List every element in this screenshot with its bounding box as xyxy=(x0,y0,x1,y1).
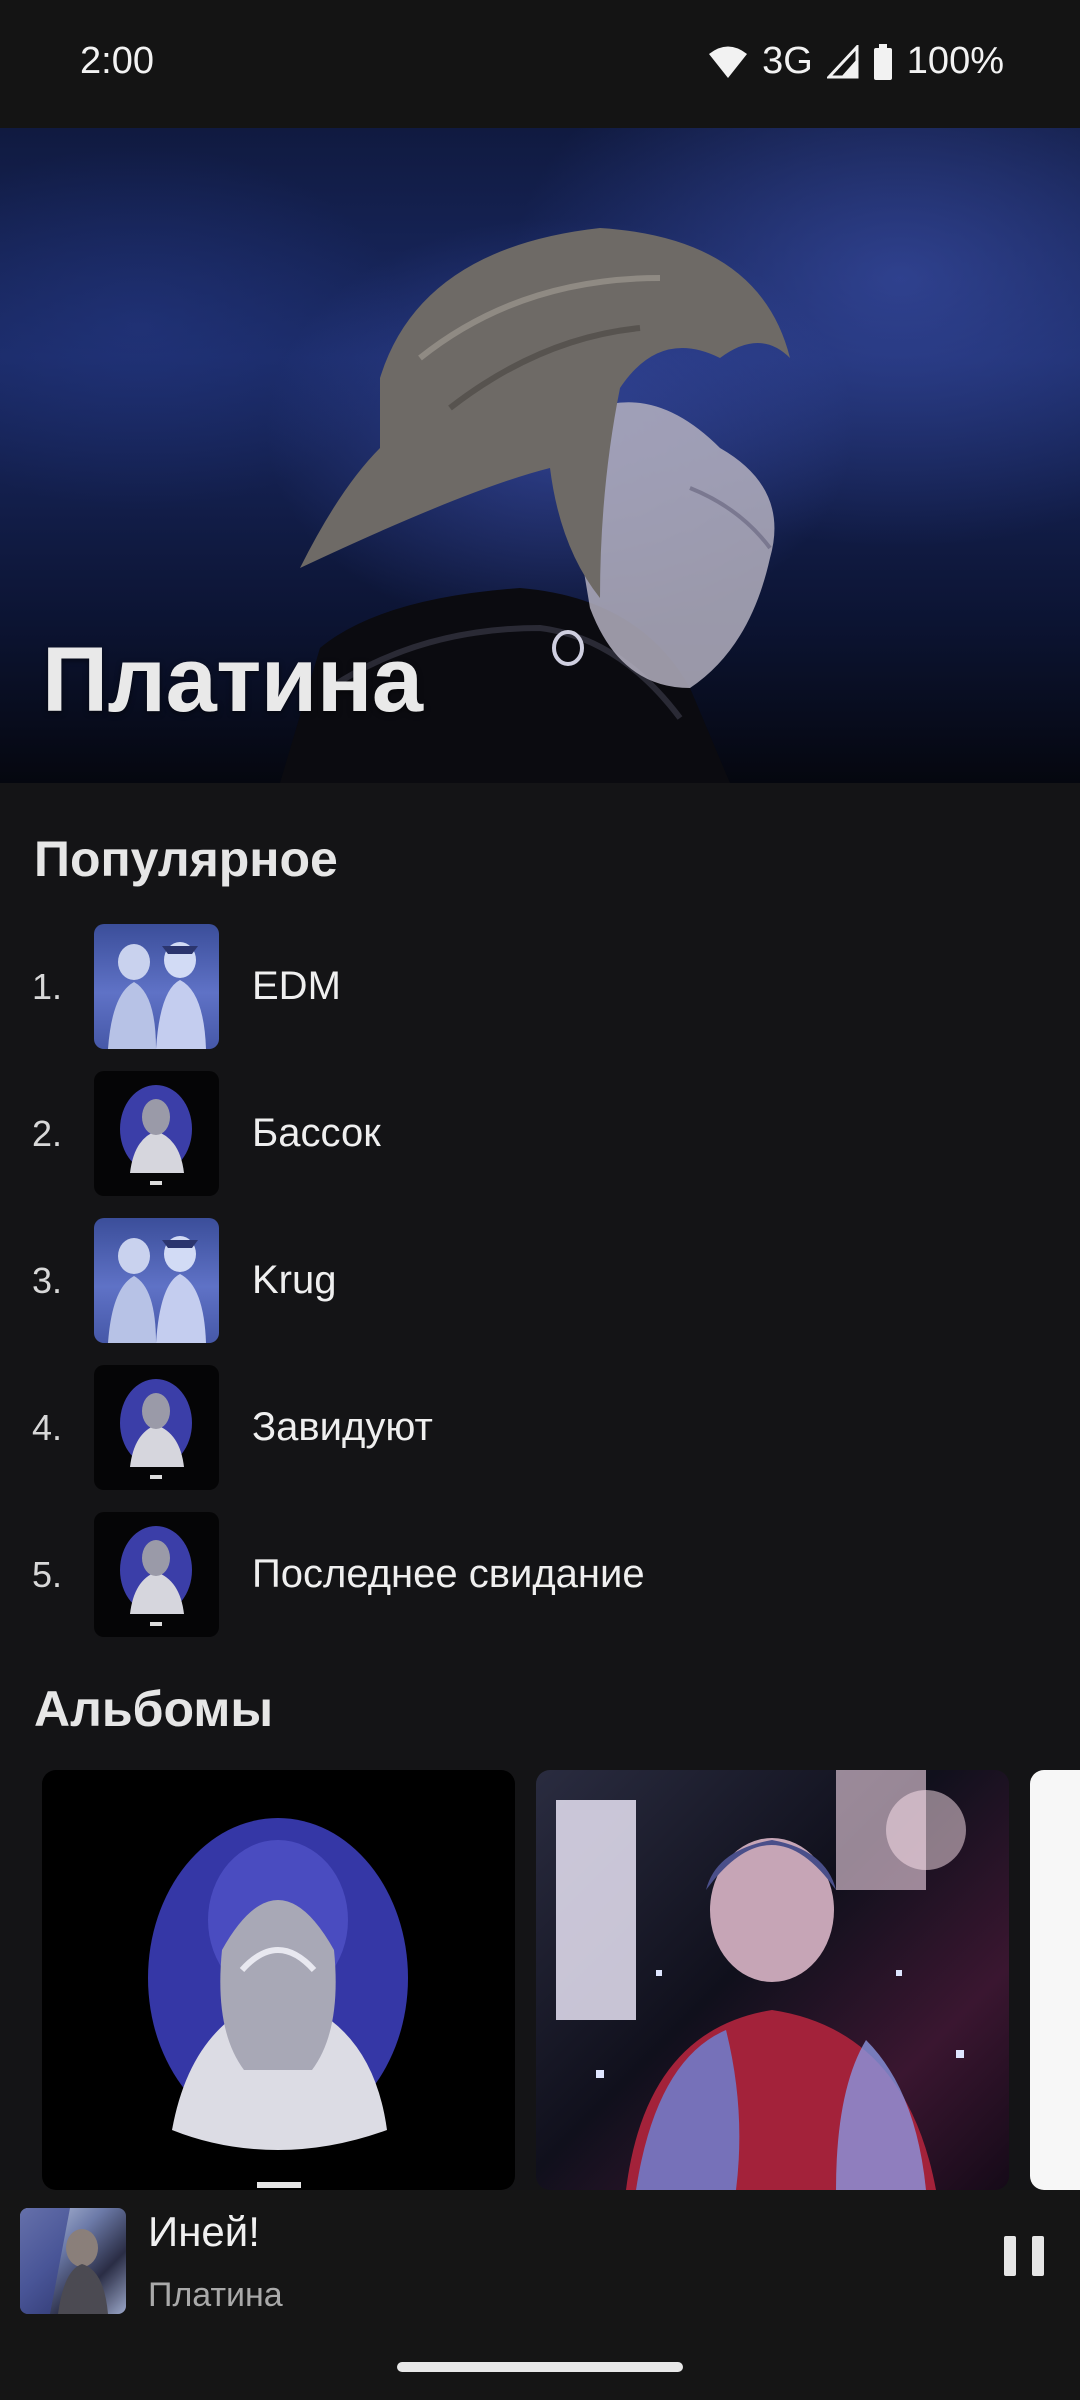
status-bar: 2:00 3G 100% xyxy=(0,0,1080,128)
dark-oval-cover xyxy=(94,1071,219,1196)
wifi-icon xyxy=(708,45,748,79)
album-cover-art xyxy=(148,1818,408,2188)
track-row[interactable]: 4. Завидуют xyxy=(0,1354,1080,1501)
track-number: 4. xyxy=(32,1406,63,1448)
dark-oval-cover xyxy=(94,1512,219,1637)
track-title: EDM xyxy=(252,964,341,1008)
track-row[interactable]: 2. Бассок xyxy=(0,1060,1080,1207)
popular-heading: Популярное xyxy=(34,831,338,887)
now-playing-artist: Платина xyxy=(148,2276,283,2314)
album-card[interactable] xyxy=(536,1770,1009,2190)
track-row[interactable]: 5. Последнее свидание xyxy=(0,1501,1080,1648)
battery-icon xyxy=(873,43,893,80)
status-time: 2:00 xyxy=(80,40,154,82)
battery-level: 100% xyxy=(906,40,1004,82)
popular-track-list: 1. EDM 2. Бассок 3. Krug 4. Завидуют 5. … xyxy=(0,913,1080,1648)
artist-hero: Платина xyxy=(0,128,1080,783)
pause-icon-bar-right xyxy=(1032,2236,1044,2276)
edm-cover xyxy=(94,924,219,1049)
network-type: 3G xyxy=(762,40,813,82)
album-card[interactable] xyxy=(1030,1770,1080,2190)
track-title: Завидуют xyxy=(252,1405,433,1449)
albums-carousel[interactable] xyxy=(0,1770,1080,2190)
now-playing-title: Иней! xyxy=(148,2208,260,2255)
track-title: Бассок xyxy=(252,1111,381,1155)
pause-icon-bar-left xyxy=(1004,2236,1016,2276)
track-number: 5. xyxy=(32,1553,63,1595)
track-number: 3. xyxy=(32,1259,63,1301)
track-title: Последнее свидание xyxy=(252,1552,645,1596)
track-row[interactable]: 3. Krug xyxy=(0,1207,1080,1354)
cell-signal-icon xyxy=(826,44,859,79)
pause-button[interactable] xyxy=(994,2226,1054,2296)
albums-heading: Альбомы xyxy=(34,1681,274,1737)
gesture-nav-bar[interactable] xyxy=(397,2362,683,2372)
album-cover-art xyxy=(556,1770,966,2190)
now-playing-cover xyxy=(20,2208,126,2314)
track-number: 1. xyxy=(32,965,63,1007)
dark-oval-cover xyxy=(94,1365,219,1490)
album-card[interactable] xyxy=(42,1770,515,2190)
track-title: Krug xyxy=(252,1258,337,1302)
artist-name: Платина xyxy=(42,629,423,731)
track-row[interactable]: 1. EDM xyxy=(0,913,1080,1060)
track-number: 2. xyxy=(32,1112,63,1154)
status-icons: 3G 100% xyxy=(708,40,1004,83)
edm-cover xyxy=(94,1218,219,1343)
mini-player[interactable]: Иней! Платина xyxy=(0,2190,1080,2400)
